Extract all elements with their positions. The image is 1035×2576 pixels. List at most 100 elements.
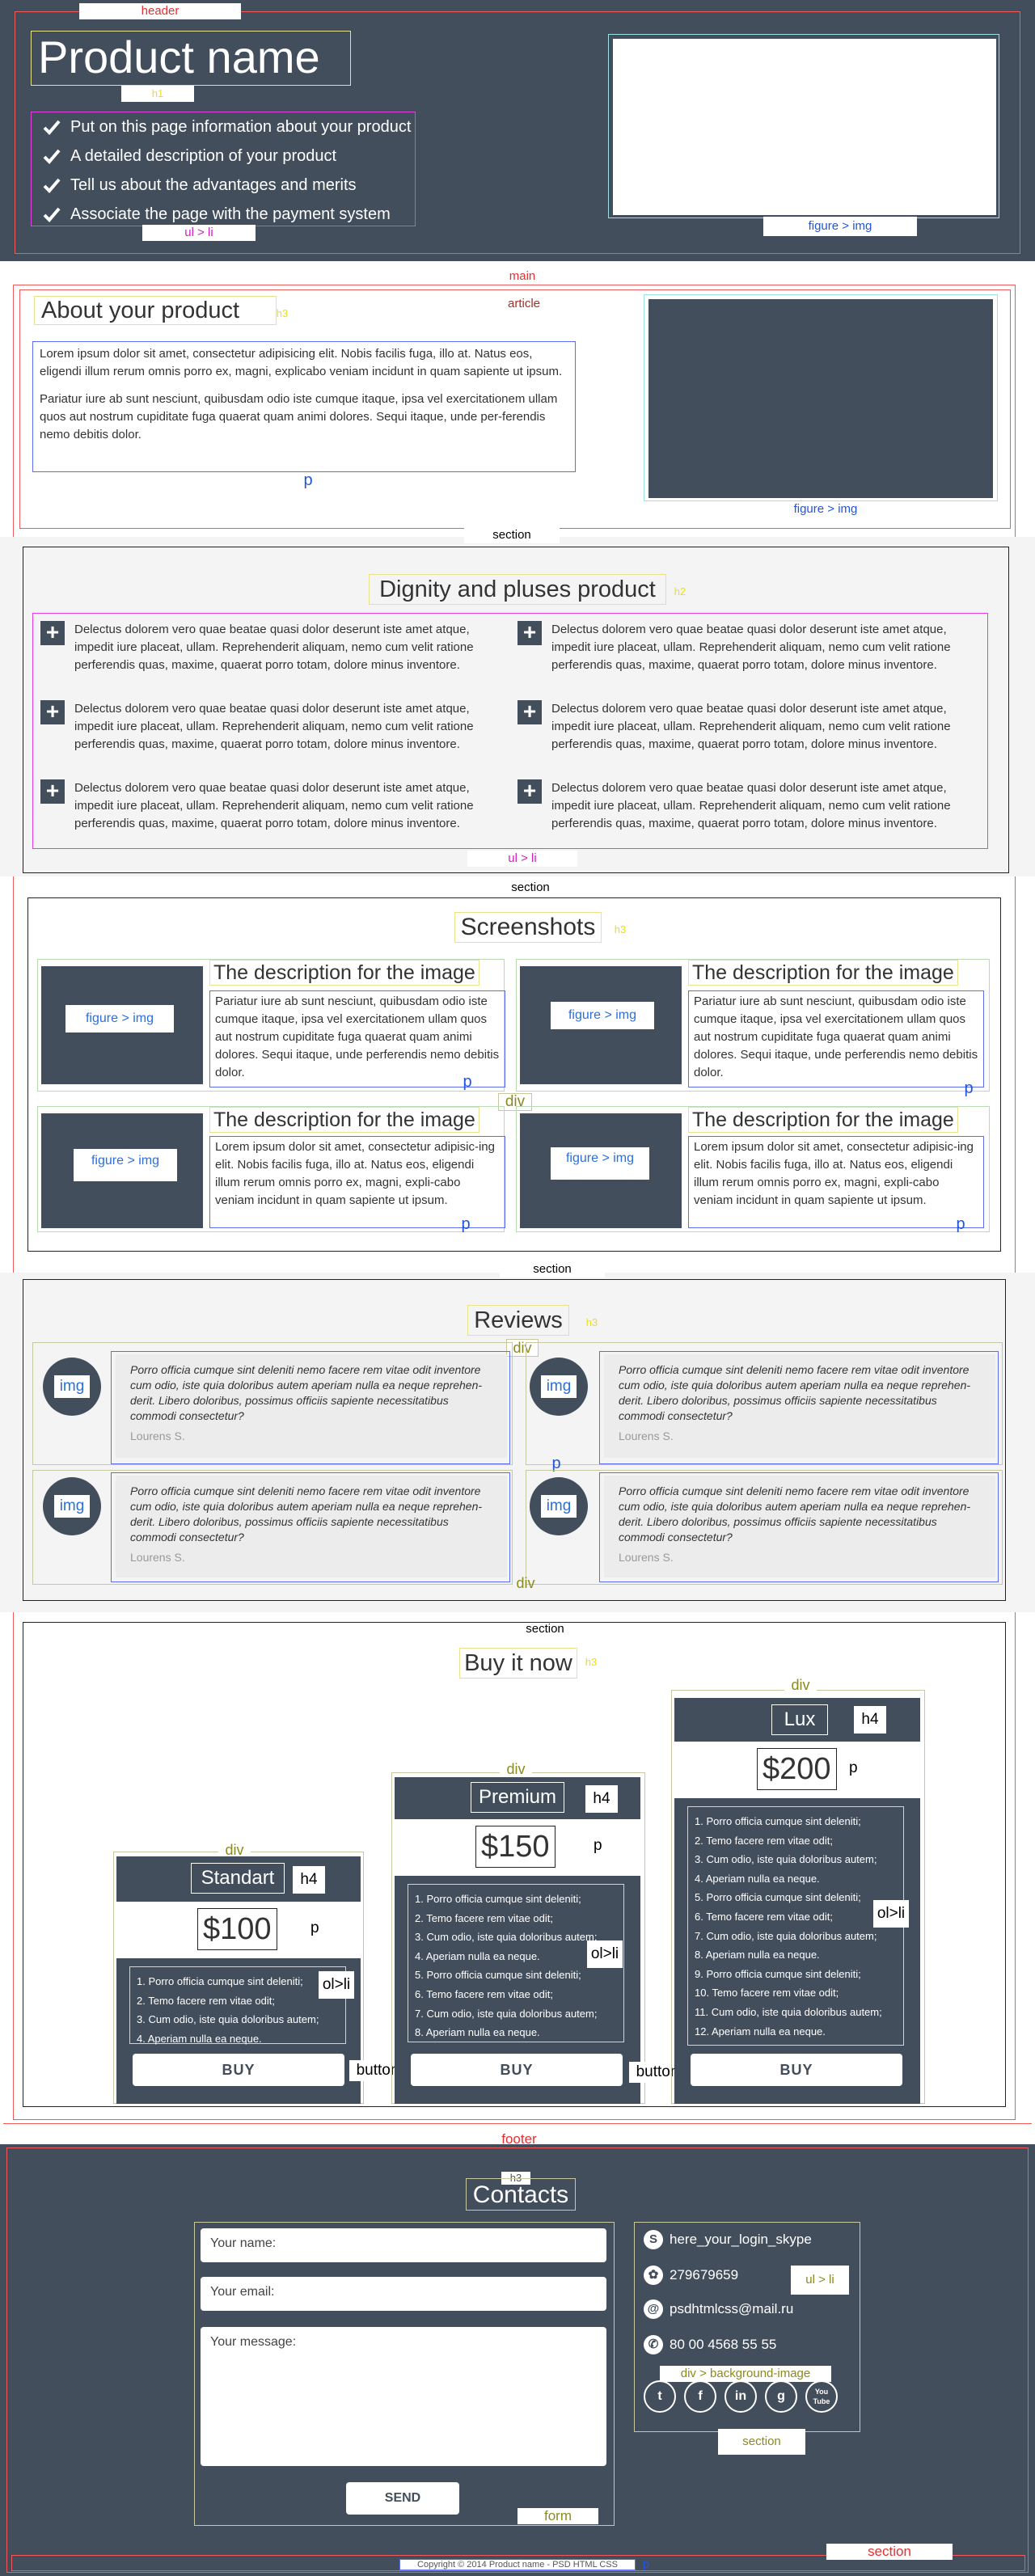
main-label: main xyxy=(466,268,579,285)
check-icon xyxy=(43,118,61,136)
section-label: section xyxy=(500,1261,605,1277)
header-list-text: Put on this page information about your … xyxy=(70,117,412,136)
plan-price: $100 xyxy=(197,1908,277,1950)
review-card: img Porro officia cumque sint deleniti n… xyxy=(32,1342,513,1465)
review-quote: Porro officia cumque sint deleniti nemo … xyxy=(116,1476,507,1577)
screenshot-card: figure > img The description for the ima… xyxy=(516,959,990,1092)
dignity-list-item: + Delectus dolorem vero quae beatae quasi… xyxy=(518,779,983,833)
plus-icon: + xyxy=(518,621,542,645)
about-paragraph: Pariatur iure ab sunt nesciunt, quibusda… xyxy=(40,392,558,441)
h3-label: h3 xyxy=(614,923,627,935)
p-label: p xyxy=(463,1073,472,1091)
review-quote: Porro officia cumque sint deleniti nemo … xyxy=(604,1476,995,1577)
at-icon: @ xyxy=(644,2299,663,2319)
plan-name: Standart xyxy=(191,1863,285,1894)
message-field[interactable]: Your message: xyxy=(201,2327,606,2466)
plan-features: 1. Porro officia cumque sint deleniti; 2.… xyxy=(129,1966,346,2045)
h1-label: h1 xyxy=(121,86,194,102)
plan-lux: Lux h4 $200 p 1. Porro officia cumque sin… xyxy=(674,1698,920,2104)
phone-row: ✆ 80 00 4568 55 55 xyxy=(644,2335,776,2354)
plan-price-box: $150 p xyxy=(395,1819,640,1876)
skype-row: Shere_your_login_skype xyxy=(644,2230,812,2249)
plan-price: $200 xyxy=(757,1748,837,1790)
plus-icon: + xyxy=(40,621,65,645)
skype-icon: S xyxy=(644,2230,663,2249)
check-icon xyxy=(43,147,61,165)
contacts-title: Contacts xyxy=(466,2178,576,2211)
screenshot-title: The description for the image xyxy=(209,960,479,986)
screenshot-card: figure > img The description for the ima… xyxy=(37,959,505,1092)
section-label: section xyxy=(718,2429,805,2455)
h4-label: h4 xyxy=(293,1866,325,1894)
figure-img-label: figure > img xyxy=(551,1002,654,1029)
facebook-icon[interactable]: f xyxy=(684,2380,716,2413)
buy-button[interactable]: BUY xyxy=(411,2054,623,2086)
review-card: img Porro officia cumque sint deleniti n… xyxy=(526,1470,1003,1585)
plan-premium: Premium h4 $150 p 1. Porro officia cumque… xyxy=(395,1777,640,2104)
buy-button[interactable]: BUY xyxy=(691,2054,902,2086)
figure-img-label: figure > img xyxy=(65,1005,174,1033)
ul-li-label: ul > li xyxy=(142,225,256,241)
name-field[interactable]: Your name: xyxy=(201,2228,606,2262)
figure-img-label: figure > img xyxy=(551,1147,649,1180)
screenshot-text: Pariatur iure ab sunt nesciunt, quibusda… xyxy=(688,990,984,1087)
linkedin-icon[interactable]: in xyxy=(724,2380,757,2413)
h3-label: h3 xyxy=(276,307,289,319)
screenshot-card: figure > img The description for the ima… xyxy=(37,1106,505,1232)
phone-icon: ✆ xyxy=(644,2335,663,2354)
buy-title: Buy it now xyxy=(459,1648,577,1679)
h3-label: h3 xyxy=(585,1316,598,1328)
footer-outline xyxy=(3,2123,1032,2126)
h4-label: h4 xyxy=(585,1785,618,1813)
screenshots-title: Screenshots xyxy=(454,912,602,943)
review-author: Lourens S. xyxy=(619,1551,674,1564)
review-card: img Porro officia cumque sint deleniti n… xyxy=(526,1342,1003,1465)
plan-name: Lux xyxy=(771,1704,828,1735)
section-label: section xyxy=(482,880,579,896)
header-list-text: Associate the page with the payment syst… xyxy=(70,205,391,223)
img-label: img xyxy=(54,1495,90,1518)
p-label: p xyxy=(849,1759,858,1776)
section-label: section xyxy=(826,2544,953,2560)
header-label: header xyxy=(79,3,241,19)
icq-flower-icon: ✿ xyxy=(644,2266,663,2285)
p-label: p xyxy=(551,1455,561,1472)
div-label: div xyxy=(784,1677,817,1693)
avatar: img xyxy=(43,1358,101,1416)
dignity-list-item: + Delectus dolorem vero quae beatae quasi… xyxy=(40,700,501,754)
dignity-list-item: + Delectus dolorem vero quae beatae quasi… xyxy=(518,621,983,674)
div-label: div xyxy=(516,1575,535,1591)
email-row: @ psdhtmlcss@mail.ru xyxy=(644,2299,793,2319)
figure-img-label: figure > img xyxy=(74,1149,177,1181)
buy-button[interactable]: BUY xyxy=(133,2054,344,2086)
dignity-list-item: + Delectus dolorem vero quae beatae quasi… xyxy=(40,621,501,674)
form-label: form xyxy=(518,2508,598,2524)
twitter-icon[interactable]: t xyxy=(644,2380,676,2413)
p-label: p xyxy=(642,2557,650,2571)
header-list-text: Tell us about the advantages and merits xyxy=(70,175,357,194)
google-icon[interactable]: g xyxy=(765,2380,797,2413)
p-label: p xyxy=(461,1215,471,1233)
plan-price-box: $200 p xyxy=(674,1742,920,1798)
h2-label: h2 xyxy=(674,585,686,598)
send-button[interactable]: SEND xyxy=(346,2482,459,2515)
screenshot-card: figure > img The description for the ima… xyxy=(516,1106,990,1232)
plan-price: $150 xyxy=(475,1826,556,1868)
img-label: img xyxy=(54,1375,90,1398)
div-bg-image-label: div > background-image xyxy=(660,2366,831,2382)
ol-li-label: ol>li xyxy=(319,1971,354,1999)
youtube-icon[interactable]: You Tube xyxy=(805,2380,838,2413)
reviews-title: Reviews xyxy=(467,1305,569,1336)
section-label: section xyxy=(464,527,560,543)
icq-row: ✿ 279679659 xyxy=(644,2266,738,2285)
ul-li-label: ul > li xyxy=(467,851,577,867)
page-title: Product name xyxy=(31,31,351,86)
figure-img-label: figure > img xyxy=(763,217,917,236)
avatar: img xyxy=(530,1358,588,1416)
plan-standart: Standart h4 $100 p 1. Porro officia cumqu… xyxy=(116,1856,361,2104)
dignity-list-item: + Delectus dolorem vero quae beatae quasi… xyxy=(518,700,983,754)
email-field[interactable]: Your email: xyxy=(201,2277,606,2311)
about-image xyxy=(648,299,993,498)
screenshot-text: Lorem ipsum dolor sit amet, consectetur … xyxy=(209,1136,505,1228)
review-card: img Porro officia cumque sint deleniti n… xyxy=(32,1470,513,1585)
